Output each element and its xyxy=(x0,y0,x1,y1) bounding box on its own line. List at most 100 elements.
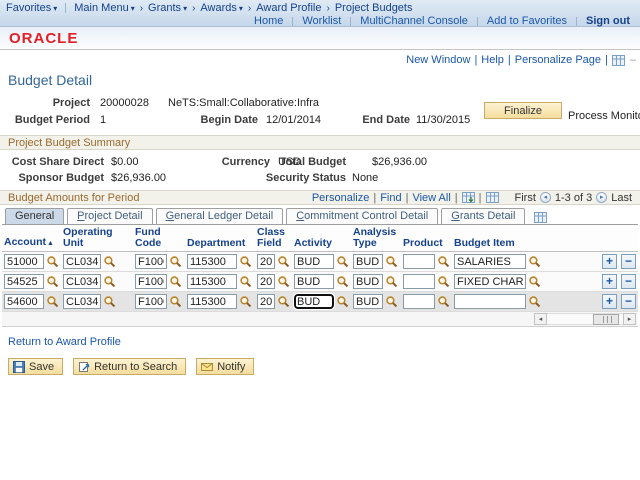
analysis-type-lookup-icon[interactable] xyxy=(385,255,398,268)
tab-commitment-control-detail[interactable]: Commitment Control Detail xyxy=(286,208,439,224)
breadcrumb-main-menu[interactable]: Main Menu ▾ xyxy=(74,2,134,14)
department-input[interactable] xyxy=(187,274,237,289)
scrollbar-thumb[interactable] xyxy=(593,314,619,325)
activity-input[interactable] xyxy=(294,254,334,269)
class-field-input[interactable] xyxy=(257,274,275,289)
personalize-page-link[interactable]: Personalize Page xyxy=(515,54,601,66)
account-input[interactable] xyxy=(4,254,44,269)
add-row-button[interactable]: + xyxy=(602,254,617,269)
fund-code-input[interactable] xyxy=(135,294,167,309)
product-input[interactable] xyxy=(403,274,435,289)
analysis-type-input[interactable] xyxy=(353,254,383,269)
analysis-type-input[interactable] xyxy=(353,294,383,309)
fund-code-input[interactable] xyxy=(135,254,167,269)
breadcrumb-project-budgets[interactable]: Project Budgets xyxy=(335,2,413,14)
finalize-button[interactable]: Finalize xyxy=(484,102,562,119)
delete-row-button[interactable]: − xyxy=(621,294,636,309)
breadcrumb-awards[interactable]: Awards ▾ xyxy=(200,2,243,14)
personalize-layout-icon[interactable] xyxy=(611,54,625,66)
previous-page-icon[interactable]: ◂ xyxy=(539,192,551,203)
operating-unit-lookup-icon[interactable] xyxy=(103,255,116,268)
last-label[interactable]: Last xyxy=(611,192,632,204)
product-lookup-icon[interactable] xyxy=(437,275,450,288)
product-lookup-icon[interactable] xyxy=(437,295,450,308)
activity-input[interactable] xyxy=(293,293,335,310)
department-lookup-icon[interactable] xyxy=(239,255,252,268)
budget-item-input[interactable] xyxy=(454,274,526,289)
breadcrumb-award-profile[interactable]: Award Profile xyxy=(256,2,321,14)
department-lookup-icon[interactable] xyxy=(239,295,252,308)
first-label[interactable]: First xyxy=(515,192,536,204)
product-lookup-icon[interactable] xyxy=(437,255,450,268)
class-field-lookup-icon[interactable] xyxy=(277,295,290,308)
sign-out-link[interactable]: Sign out xyxy=(586,15,630,27)
budget-item-lookup-icon[interactable] xyxy=(528,295,541,308)
department-input[interactable] xyxy=(187,294,237,309)
add-row-button[interactable]: + xyxy=(602,294,617,309)
account-lookup-icon[interactable] xyxy=(46,255,59,268)
delete-row-button[interactable]: − xyxy=(621,254,636,269)
account-lookup-icon[interactable] xyxy=(46,275,59,288)
worklist-link[interactable]: Worklist xyxy=(302,15,341,27)
product-input[interactable] xyxy=(403,294,435,309)
delete-row-button[interactable]: − xyxy=(621,274,636,289)
activity-lookup-icon[interactable] xyxy=(336,255,349,268)
budget-item-lookup-icon[interactable] xyxy=(528,255,541,268)
analysis-type-lookup-icon[interactable] xyxy=(385,295,398,308)
operating-unit-lookup-icon[interactable] xyxy=(103,295,116,308)
favorites-menu[interactable]: Favorites ▾ xyxy=(6,2,57,14)
tab-project-detail[interactable]: Project Detail xyxy=(67,208,153,224)
breadcrumb-grants[interactable]: Grants ▾ xyxy=(148,2,187,14)
class-field-input[interactable] xyxy=(257,254,275,269)
operating-unit-input[interactable] xyxy=(63,254,101,269)
zoom-grid-icon[interactable] xyxy=(485,192,499,203)
department-input[interactable] xyxy=(187,254,237,269)
show-all-columns-icon[interactable] xyxy=(534,212,548,223)
department-lookup-icon[interactable] xyxy=(239,275,252,288)
class-field-input[interactable] xyxy=(257,294,275,309)
scroll-left-icon[interactable]: ◂ xyxy=(534,313,547,325)
return-to-search-button[interactable]: Return to Search xyxy=(73,358,187,375)
scroll-right-icon[interactable]: ▸ xyxy=(623,313,636,325)
account-input[interactable] xyxy=(4,274,44,289)
view-all-link[interactable]: View All xyxy=(412,192,450,204)
fund-code-lookup-icon[interactable] xyxy=(169,275,182,288)
save-button[interactable]: Save xyxy=(8,358,64,375)
tab-general-ledger-detail[interactable]: General Ledger Detail xyxy=(155,208,284,224)
analysis-type-input[interactable] xyxy=(353,274,383,289)
class-field-lookup-icon[interactable] xyxy=(277,275,290,288)
next-page-icon[interactable]: ▸ xyxy=(596,192,608,203)
horizontal-scrollbar[interactable]: ◂ ▸ xyxy=(4,313,636,325)
personalize-link[interactable]: Personalize xyxy=(312,192,369,204)
find-link[interactable]: Find xyxy=(380,192,401,204)
scrollbar-track[interactable] xyxy=(547,313,623,325)
fund-code-lookup-icon[interactable] xyxy=(169,255,182,268)
add-to-favorites-link[interactable]: Add to Favorites xyxy=(487,15,567,27)
operating-unit-input[interactable] xyxy=(63,274,101,289)
process-monitor-link[interactable]: Process Monitor xyxy=(568,110,640,122)
add-row-button[interactable]: + xyxy=(602,274,617,289)
multichannel-console-link[interactable]: MultiChannel Console xyxy=(360,15,468,27)
help-link[interactable]: Help xyxy=(481,54,504,66)
budget-item-input[interactable] xyxy=(454,294,526,309)
notify-button[interactable]: Notify xyxy=(196,358,255,375)
class-field-lookup-icon[interactable] xyxy=(277,255,290,268)
product-input[interactable] xyxy=(403,254,435,269)
analysis-type-lookup-icon[interactable] xyxy=(385,275,398,288)
account-lookup-icon[interactable] xyxy=(46,295,59,308)
tab-grants-detail[interactable]: Grants Detail xyxy=(441,208,526,224)
fund-code-input[interactable] xyxy=(135,274,167,289)
budget-item-lookup-icon[interactable] xyxy=(528,275,541,288)
new-window-link[interactable]: New Window xyxy=(406,54,470,66)
operating-unit-lookup-icon[interactable] xyxy=(103,275,116,288)
tab-general[interactable]: General xyxy=(5,208,65,224)
home-link[interactable]: Home xyxy=(254,15,283,27)
column-header-account[interactable]: Account▲ xyxy=(2,224,61,252)
operating-unit-input[interactable] xyxy=(63,294,101,309)
account-input[interactable] xyxy=(4,294,44,309)
fund-code-lookup-icon[interactable] xyxy=(169,295,182,308)
activity-lookup-icon[interactable] xyxy=(336,275,349,288)
download-grid-icon[interactable] xyxy=(461,192,475,203)
return-to-award-profile-link[interactable]: Return to Award Profile xyxy=(8,336,121,348)
activity-input[interactable] xyxy=(294,274,334,289)
